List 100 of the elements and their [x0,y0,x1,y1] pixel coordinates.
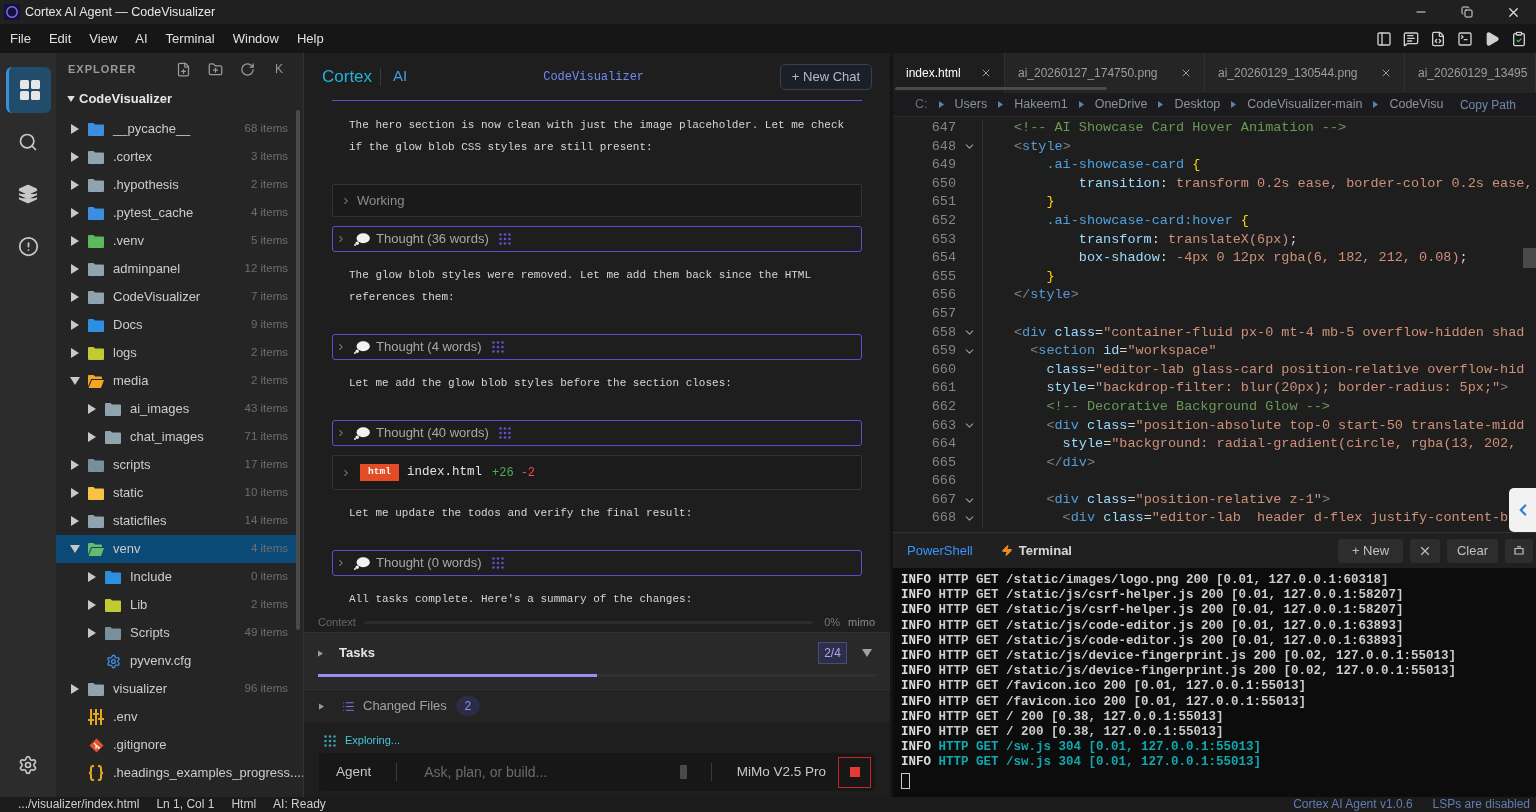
menu-item[interactable]: View [80,28,127,49]
breadcrumb-item[interactable]: OneDrive [1094,95,1148,114]
line-number: 654 [930,249,956,268]
folder-row[interactable]: Include 0 items [56,563,296,591]
terminal-tab[interactable]: PowerShell [907,540,973,561]
folder-row[interactable]: .venv 5 items [56,227,296,255]
code-file-icon [1429,30,1446,47]
log-level: INFO [901,755,931,771]
collapse-button[interactable]: K [263,57,295,81]
menu-item[interactable]: Edit [39,28,81,49]
menu-item[interactable]: AI [126,28,157,49]
file-name: .headings_examples_progress.... [113,764,303,783]
menu-item[interactable]: Help [288,28,333,49]
folder-row[interactable]: static 10 items [56,479,296,507]
log-level: INFO [901,694,931,710]
log-level: INFO [901,588,931,604]
folder-row[interactable]: venv 4 items [56,535,296,563]
folder-row[interactable]: .pytest_cache 4 items [56,199,296,227]
item-count: 71 items [243,429,288,445]
thought-label: Thought (4 words) [376,338,482,357]
close-icon [980,67,992,79]
step-label: Working [357,191,405,210]
folder-row[interactable]: __pycache__ 68 items [56,115,296,143]
grid-icon [19,80,40,100]
item-count: 9 items [249,317,288,333]
file-name: .gitignore [113,736,167,755]
thought-step[interactable]: Thought (36 words) [332,226,862,252]
folder-row[interactable]: chat_images 71 items [56,423,296,451]
folder-name: .cortex [113,148,152,167]
code-line: <style> [1014,137,1071,156]
folder-row[interactable]: ai_images 43 items [56,395,296,423]
log-level: INFO [901,618,931,634]
folder-row[interactable]: logs 2 items [56,339,296,367]
line-number: 660 [930,360,956,379]
folder-name: media [113,372,149,391]
terminal-tab[interactable]: Terminal [1000,540,1072,561]
code-line: <div class="position-relative z-1"> [1045,490,1330,509]
clipboard-check-icon [1510,30,1527,47]
folder-row[interactable]: visualizer 96 items [56,675,296,703]
line-number: 668 [930,509,956,528]
brand-name: Cortex [322,65,373,88]
changed-files-panel[interactable]: Changed Files 2 [304,689,890,722]
item-count: 3 items [249,149,288,165]
message-text: Let me update the todos and verify the final result: [348,506,694,521]
folder-row[interactable]: adminpanel 12 items [56,255,296,283]
close-terminal-button[interactable] [1410,538,1440,563]
folder-row[interactable]: .cortex 3 items [56,143,296,171]
menu-item[interactable]: Window [223,28,288,49]
root-folder-row[interactable]: CodeVisualizer [56,85,303,113]
folder-row[interactable]: CodeVisualizer 7 items [56,283,296,311]
status-item: Html [231,797,257,812]
thought-step[interactable]: Thought (4 words) [332,334,862,360]
folder-row[interactable]: staticfiles 14 items [56,507,296,535]
file-row[interactable]: pyvenv.cfg [56,647,296,675]
breadcrumb-item[interactable]: Hakeem1 [1014,95,1068,114]
thought-step[interactable]: Thought (0 words) [332,550,862,576]
new-chat-button[interactable]: + New Chat [780,63,872,90]
folder-row[interactable]: Scripts 49 items [56,619,296,647]
dropdown-caret-icon[interactable] [862,649,872,657]
folder-name: __pycache__ [113,120,191,139]
settings-icon [18,755,38,775]
activity-status: Exploring... [345,733,401,749]
file-row[interactable]: .env [56,703,296,731]
line-number: 650 [930,174,956,193]
file-row[interactable]: .gitignore [56,731,296,759]
folder-row[interactable]: Docs 9 items [56,311,296,339]
panel-toggle-button[interactable] [1509,488,1536,532]
breadcrumb-item[interactable]: CodeVisu [1389,95,1444,114]
chat-input[interactable]: Ask, plan, or build... [424,761,675,783]
stop-button[interactable] [838,756,871,788]
app-logo-icon [4,4,20,20]
folder-row[interactable]: media 2 items [56,367,296,395]
thought-step[interactable]: Thought (40 words) [332,420,862,446]
line-number: 659 [930,342,956,361]
breadcrumb-item[interactable]: Desktop [1174,95,1221,114]
mode-selector[interactable]: Agent [336,761,372,783]
log-message: HTTP GET /static/images/logo.png 200 [0.01, 127.0.0.1:60318] [938,573,1389,589]
item-count: 14 items [243,513,288,529]
editor-tab[interactable]: index.html [893,53,1005,93]
folder-row[interactable]: Lib 2 items [56,591,296,619]
tasks-label: Tasks [339,644,375,663]
line-number: 661 [930,379,956,398]
model-selector[interactable]: MiMo V2.5 Pro [736,761,826,783]
log-message: HTTP GET /static/js/device-fingerprint.js 200 [0.02, 127.0.0.1:55013] [938,649,1457,665]
lightning-icon [1000,544,1013,557]
file-edit-step[interactable]: html index.html +26 -2 [332,455,862,490]
breadcrumb-item[interactable]: Users [954,95,988,114]
new-terminal-button[interactable]: + New [1338,538,1403,563]
menu-item[interactable]: Terminal [156,28,224,49]
activity-bar-item[interactable] [5,67,51,113]
folder-name: Docs [113,316,143,335]
working-step[interactable]: Working [332,184,862,217]
terminal-icon [1456,30,1473,47]
menu-item[interactable]: File [1,28,40,49]
folder-row[interactable]: scripts 17 items [56,451,296,479]
maximize-button[interactable] [1505,538,1533,563]
clear-button[interactable]: Clear [1447,538,1498,563]
folder-row[interactable]: .hypothesis 2 items [56,171,296,199]
breadcrumb-item[interactable]: CodeVisualizer-main [1247,95,1363,114]
item-count: 96 items [243,681,288,697]
